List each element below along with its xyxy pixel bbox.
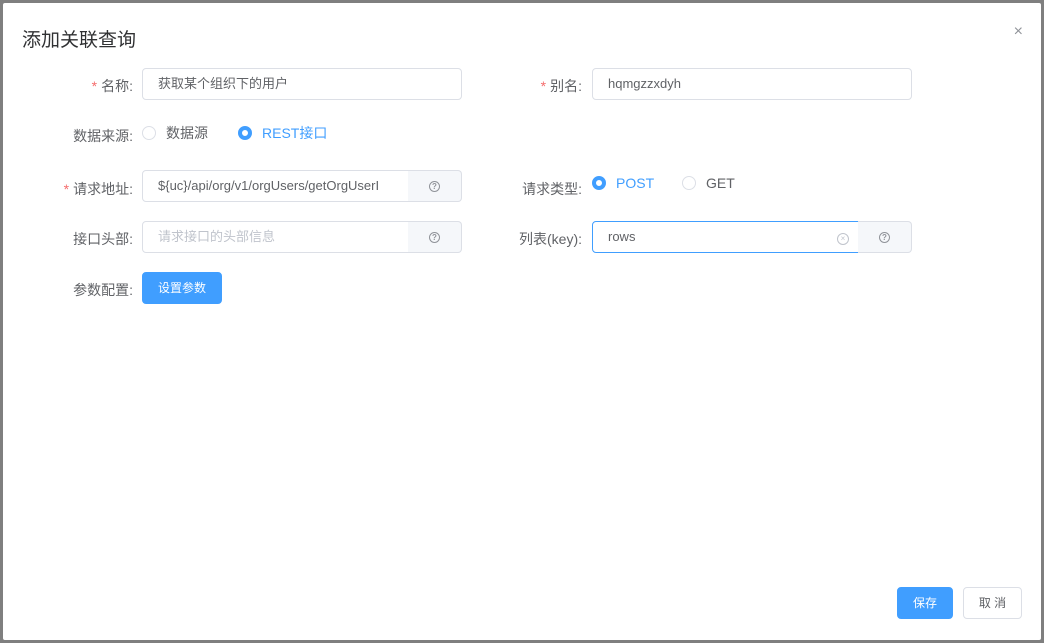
radio-circle: [682, 176, 696, 190]
question-icon: ?: [879, 231, 890, 243]
headers-input[interactable]: 请求接口的头部信息: [142, 221, 409, 253]
radio-label: GET: [706, 175, 735, 191]
headers-placeholder: 请求接口的头部信息: [158, 229, 276, 244]
method-label: 请求类型:: [522, 181, 582, 197]
add-related-query-dialog: 添加关联查询 × * 名称: 获取某个组织下的用户 * 别名: hqmgzzxdyh…: [3, 3, 1041, 640]
radio-label: POST: [616, 175, 655, 191]
headers-label: 接口头部:: [73, 231, 133, 247]
params-label: 参数配置:: [73, 282, 133, 298]
radio-label: REST接口: [262, 125, 328, 141]
alias-label: * 别名:: [540, 78, 582, 94]
radio-label: 数据源: [166, 125, 208, 141]
alias-input[interactable]: hqmgzzxdyh: [592, 68, 912, 100]
radio-circle: [592, 176, 606, 190]
close-icon[interactable]: ×: [1014, 23, 1023, 41]
source-label: 数据来源:: [73, 128, 133, 144]
name-input[interactable]: 获取某个组织下的用户: [142, 68, 462, 100]
cancel-button[interactable]: 取 消: [963, 587, 1022, 619]
question-icon: ?: [429, 180, 440, 192]
list-key-label: 列表(key):: [519, 231, 582, 247]
radio-get[interactable]: GET: [682, 175, 735, 191]
radio-post[interactable]: POST: [592, 175, 654, 191]
dialog-title: 添加关联查询: [22, 30, 137, 51]
radio-circle: [142, 126, 156, 140]
radio-circle: [238, 126, 252, 140]
url-label: * 请求地址:: [63, 181, 133, 197]
question-icon: ?: [429, 231, 440, 243]
clear-icon[interactable]: ×: [837, 233, 849, 245]
name-label: * 名称:: [91, 78, 133, 94]
save-button[interactable]: 保存: [897, 587, 953, 619]
set-params-button[interactable]: 设置参数: [142, 272, 222, 304]
list-key-help-button[interactable]: ?: [858, 221, 912, 253]
list-key-input[interactable]: rows: [592, 221, 859, 253]
radio-datasource[interactable]: 数据源: [142, 123, 208, 143]
radio-rest[interactable]: REST接口: [238, 123, 327, 143]
url-input[interactable]: ${uc}/api/org/v1/orgUsers/getOrgUserI: [142, 170, 409, 202]
